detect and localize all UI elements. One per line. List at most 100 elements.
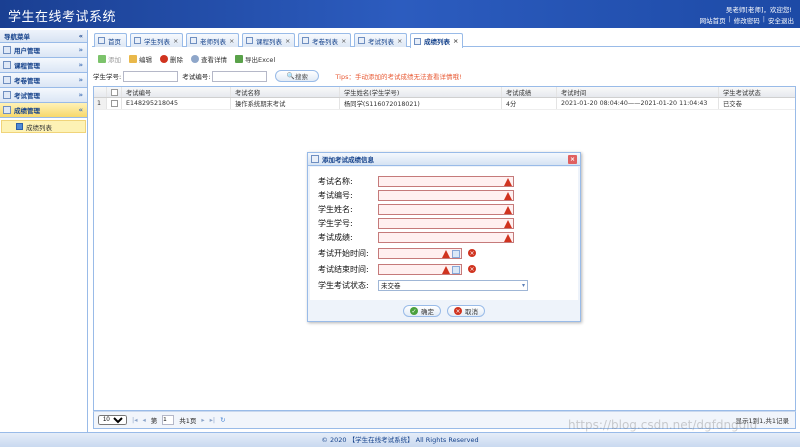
confirm-button[interactable]: ✓ 确定 (403, 305, 441, 317)
tab-teachers[interactable]: 老师列表 × (186, 33, 239, 47)
sidebar-item-label: 成绩列表 (26, 123, 52, 132)
field-row: 考试成绩: (318, 231, 514, 243)
tab-scores[interactable]: 成绩列表 × (410, 33, 463, 48)
page-total: 共1页 (179, 417, 197, 425)
sidebar-group-label: 用户管理 (14, 47, 40, 55)
edit-button[interactable]: 编辑 (129, 54, 152, 64)
tab-students[interactable]: 学生列表 × (130, 33, 183, 47)
close-icon[interactable]: × (397, 37, 402, 45)
col-header[interactable]: 学生姓名(学生学号) (340, 87, 502, 97)
row-select-cell[interactable] (107, 98, 122, 109)
home-link[interactable]: 网站首页 (700, 15, 726, 25)
table-row[interactable]: 1 E148295218045 操作系统期末考试 杨同学(S1160720180… (94, 98, 795, 110)
delete-button[interactable]: 删除 (160, 54, 183, 64)
student-id-input[interactable] (123, 70, 179, 82)
tab-courses[interactable]: 课程列表 × (242, 33, 295, 47)
tab-label: 首页 (108, 37, 121, 46)
prev-page-icon[interactable]: ◂ (142, 416, 145, 424)
cancel-icon: × (454, 307, 462, 315)
score-icon (3, 106, 11, 114)
next-page-icon[interactable]: ▸ (201, 416, 204, 424)
footer: © 2020 【学生在线考试系统】 All Rights Reserved (0, 432, 800, 447)
student-name-input[interactable] (378, 203, 514, 215)
close-icon[interactable]: × (568, 154, 577, 164)
logout-link[interactable]: 安全退出 (768, 15, 794, 25)
page-number-input[interactable] (162, 415, 175, 425)
close-icon[interactable]: × (341, 37, 346, 45)
col-header[interactable]: 考试时间 (557, 87, 719, 97)
export-excel-button[interactable]: 导出Excel (235, 54, 275, 64)
button-label: 删除 (170, 55, 183, 64)
cell-score: 4分 (502, 98, 557, 109)
student-id-field[interactable] (378, 217, 514, 229)
student-id-label: 学生学号: (93, 73, 122, 81)
field-label: 学生学号: (318, 218, 353, 228)
status-select[interactable]: 未交卷 ▾ (378, 279, 528, 291)
exam-name-input[interactable] (378, 175, 514, 187)
warning-icon (504, 177, 512, 186)
collapse-icon[interactable]: « (79, 32, 83, 40)
select-all-checkbox[interactable] (111, 88, 118, 96)
end-time-input[interactable] (378, 263, 462, 275)
cancel-button[interactable]: × 取消 (447, 305, 485, 317)
row-checkbox[interactable] (111, 100, 118, 107)
dialog-icon (311, 155, 319, 163)
sidebar-group-courses[interactable]: 课程管理 » (0, 58, 87, 73)
change-password-link[interactable]: 修改密码 (734, 15, 760, 25)
sidebar-group-scores[interactable]: 成绩管理 « (0, 103, 87, 118)
select-all-cell[interactable] (107, 87, 122, 97)
view-detail-button[interactable]: 查看详情 (191, 54, 227, 64)
sidebar-group-users[interactable]: 用户管理 » (0, 43, 87, 58)
add-score-dialog: 添加考试成绩信息 × 考试名称: 考试编号: 学生姓名: 学生学号: 考试成绩:… (307, 152, 581, 322)
paper-icon (3, 76, 11, 84)
score-input[interactable] (378, 231, 514, 243)
close-icon[interactable]: × (285, 37, 290, 45)
course-icon (3, 61, 11, 69)
sidebar-group-label: 考试管理 (14, 92, 40, 100)
app-title: 学生在线考试系统 (8, 10, 117, 25)
button-label: 添加 (108, 55, 121, 64)
warning-icon (504, 219, 512, 228)
col-header[interactable]: 考试编号 (122, 87, 231, 97)
search-bar: 学生学号: 考试编号: 🔍 搜索 Tips：手动添加的考试成绩无法查看详情哦! (93, 69, 793, 83)
exam-id-input[interactable] (212, 70, 268, 82)
close-icon[interactable]: × (229, 37, 234, 45)
button-label: 取消 (465, 308, 478, 316)
tab-label: 成绩列表 (424, 38, 450, 46)
excel-icon (235, 54, 243, 63)
page-size-select[interactable]: 10 (98, 415, 127, 425)
cell-exam-id: E148295218045 (122, 98, 231, 109)
clear-icon[interactable]: × (468, 249, 476, 257)
sidebar-group-exams[interactable]: 考试管理 » (0, 88, 87, 103)
field-label: 考试结束时间: (318, 264, 369, 274)
first-page-icon[interactable]: |◂ (132, 416, 137, 424)
tab-bar: 首页 学生列表 × 老师列表 × 课程列表 × 考卷列表 × 考试列表 × 成绩… (92, 31, 800, 48)
last-page-icon[interactable]: ▸| (210, 416, 215, 424)
col-header[interactable]: 考试名称 (231, 87, 340, 97)
chevron-down-icon: » (78, 91, 83, 99)
col-header[interactable]: 学生考试状态 (719, 87, 795, 97)
sidebar-item-score-list[interactable]: 成绩列表 (1, 120, 86, 133)
close-icon[interactable]: × (173, 37, 178, 45)
field-label: 考试开始时间: (318, 248, 369, 258)
clear-icon[interactable]: × (468, 265, 476, 273)
tab-exams[interactable]: 考试列表 × (354, 33, 407, 47)
tab-home[interactable]: 首页 (94, 33, 127, 47)
field-label: 学生姓名: (318, 204, 353, 214)
refresh-icon[interactable]: ↻ (220, 416, 225, 424)
warning-icon (442, 249, 450, 258)
calendar-icon[interactable] (452, 265, 460, 274)
sidebar-group-papers[interactable]: 考卷管理 » (0, 73, 87, 88)
close-icon[interactable]: × (453, 37, 458, 45)
calendar-icon[interactable] (452, 249, 460, 258)
search-button[interactable]: 🔍 搜索 (275, 70, 320, 82)
tab-label: 学生列表 (144, 37, 170, 46)
add-button[interactable]: 添加 (98, 54, 121, 64)
tab-papers[interactable]: 考卷列表 × (298, 33, 351, 47)
field-label: 考试成绩: (318, 232, 353, 242)
col-header[interactable]: 考试成绩 (502, 87, 557, 97)
start-time-input[interactable] (378, 247, 462, 259)
exam-id-field[interactable] (378, 189, 514, 201)
app-header: 学生在线考试系统 吴老师[老师]，欢迎您! 网站首页 | 修改密码 | 安全退出 (0, 0, 800, 28)
exam-icon (3, 91, 11, 99)
